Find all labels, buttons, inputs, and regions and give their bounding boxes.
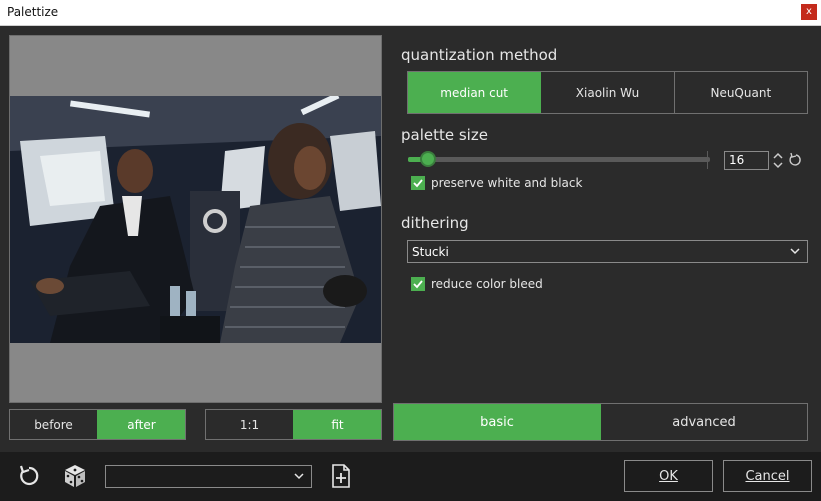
cancel-button-label: Cancel (745, 468, 790, 484)
quantization-method-label: quantization method (401, 46, 558, 64)
close-button[interactable]: x (801, 4, 817, 20)
cancel-button[interactable]: Cancel (723, 460, 812, 492)
mode-tabs: basic advanced (393, 403, 808, 441)
after-button[interactable]: after (97, 410, 185, 439)
dithering-label: dithering (401, 214, 469, 232)
reduce-color-bleed-label: reduce color bleed (431, 277, 543, 291)
tab-basic[interactable]: basic (394, 404, 600, 440)
zoom-fit-button[interactable]: fit (293, 410, 381, 439)
reduce-color-bleed-checkbox[interactable]: reduce color bleed (411, 277, 543, 291)
tab-advanced[interactable]: advanced (600, 404, 807, 440)
check-icon (411, 277, 425, 291)
new-file-icon[interactable] (330, 463, 356, 489)
zoom-toggle: 1:1 fit (205, 409, 382, 440)
palette-size-input[interactable]: 16 (724, 151, 769, 170)
slider-divider (707, 151, 708, 169)
dice-icon[interactable] (62, 463, 88, 489)
title-bar: Palettize x (0, 0, 821, 26)
preset-select[interactable] (105, 465, 312, 488)
dithering-selected-value: Stucki (412, 245, 449, 259)
chevron-down-icon (789, 245, 801, 257)
palette-size-label: palette size (401, 126, 488, 144)
before-after-toggle: before after (9, 409, 186, 440)
zoom-1to1-button[interactable]: 1:1 (206, 410, 293, 439)
preserve-white-black-checkbox[interactable]: preserve white and black (411, 176, 582, 190)
xiaolin-wu-option[interactable]: Xiaolin Wu (540, 72, 673, 113)
window-title: Palettize (7, 5, 59, 19)
ok-button[interactable]: OK (624, 460, 713, 492)
preserve-white-black-label: preserve white and black (431, 176, 583, 190)
chevron-down-icon (293, 470, 305, 482)
preview-area (9, 35, 382, 403)
median-cut-option[interactable]: median cut (408, 72, 541, 113)
quantization-method-selector: median cut Xiaolin Wu NeuQuant (407, 71, 808, 114)
before-button[interactable]: before (10, 410, 97, 439)
reset-icon[interactable] (16, 463, 42, 489)
neuquant-option[interactable]: NeuQuant (673, 72, 807, 113)
check-icon (411, 176, 425, 190)
preview-image (10, 96, 381, 343)
palette-size-reset-icon[interactable] (788, 151, 804, 169)
ok-button-label: OK (659, 468, 678, 484)
dithering-select[interactable]: Stucki (407, 240, 808, 263)
slider-thumb[interactable] (420, 151, 436, 167)
palette-size-slider[interactable] (408, 151, 710, 167)
spin-arrows-icon[interactable] (772, 151, 784, 170)
